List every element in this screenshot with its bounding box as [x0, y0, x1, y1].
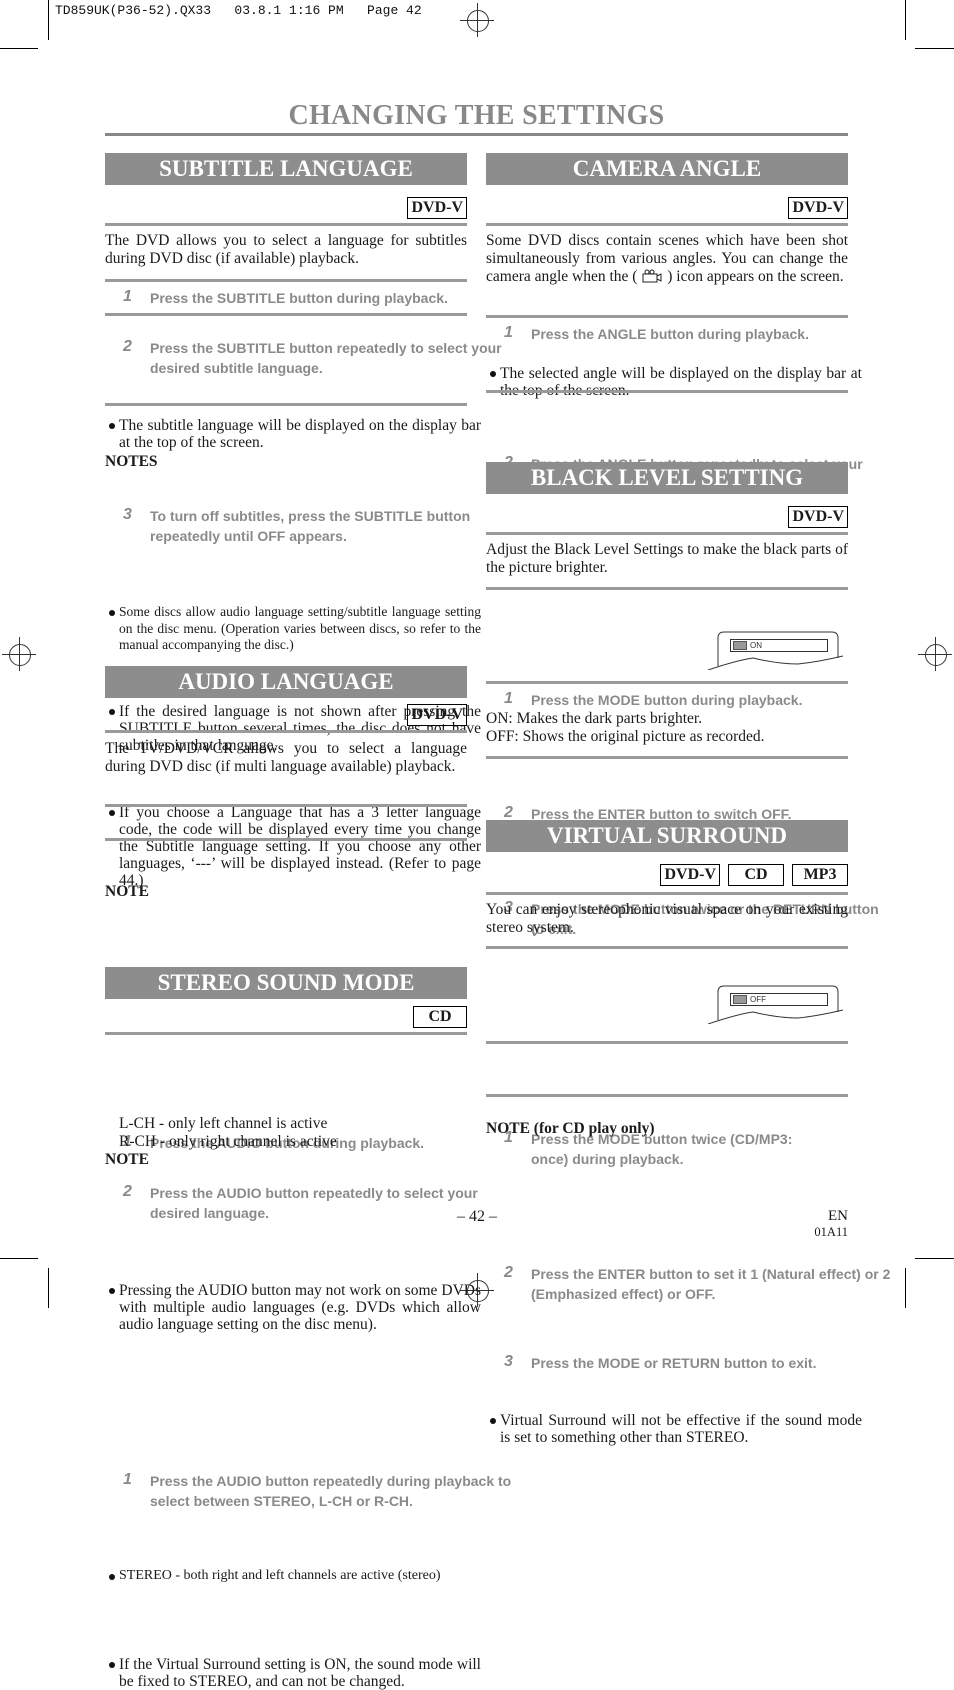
left-column: SUBTITLE LANGUAGE DVD-V The DVD allows y… [105, 0, 511, 1690]
channel-line: L-CH - only left channel is active [119, 1115, 328, 1132]
step-1: 1 Press the SUBTITLE button during playba… [123, 288, 448, 306]
crop-mark [915, 48, 954, 49]
note-heading: NOTE [105, 883, 149, 900]
step-2: 2 Press the SUBTITLE button repeatedly to… [123, 338, 502, 376]
crop-mark [915, 1258, 954, 1259]
page-number: – 42 – [457, 1208, 497, 1225]
divider [486, 390, 848, 393]
notes-heading: NOTES [105, 453, 158, 470]
right-column: CAMERA ANGLE DVD-V Some DVD discs contai… [486, 0, 890, 1446]
step-1: 1 Press the ANGLE button during playback. [504, 324, 809, 342]
badge-dvd-v: DVD-V [660, 864, 720, 886]
section-heading-stereo-sound-mode: STEREO SOUND MODE [105, 967, 467, 999]
section-heading-camera-angle: CAMERA ANGLE [486, 153, 848, 185]
osd-screen-illustration: OFF [708, 984, 843, 1024]
setting-description: OFF: Shows the original picture as recor… [486, 728, 765, 745]
divider [486, 946, 848, 949]
channel-line: R-CH - only right channel is active [119, 1133, 337, 1150]
intro-text: The TV/DVD/VCR allows you to select a la… [105, 740, 467, 775]
note-item: If the Virtual Surround setting is ON, t… [105, 1656, 481, 1690]
black-level-icon [733, 641, 747, 650]
section-heading-audio-language: AUDIO LANGUAGE [105, 666, 467, 698]
disc-badges: DVD-V [486, 197, 848, 219]
divider [486, 587, 848, 590]
note-item: Pressing the AUDIO button may not work o… [105, 1282, 481, 1333]
divider [486, 892, 848, 895]
virtual-surround-icon [733, 995, 747, 1004]
disc-badges: DVD-V CD MP3 [486, 864, 848, 886]
divider [486, 1094, 848, 1097]
divider [486, 223, 848, 226]
camera-angle-icon [641, 269, 663, 283]
divider [105, 804, 467, 807]
divider [486, 315, 848, 318]
step-1: 1 Press the AUDIO button repeatedly durin… [123, 1470, 512, 1509]
crop-mark [0, 1258, 38, 1259]
divider [105, 313, 467, 316]
badge-mp3: MP3 [792, 864, 848, 886]
divider [486, 1041, 848, 1044]
divider [105, 279, 467, 282]
osd-display-bar: ON [730, 639, 828, 652]
intro-text: You can enjoy stereophonic visual space … [486, 901, 848, 936]
note-item: Virtual Surround will not be effective i… [486, 1412, 862, 1446]
disc-badges: DVD-V [105, 704, 467, 726]
crop-mark [905, 0, 906, 40]
section-heading-subtitle-language: SUBTITLE LANGUAGE [105, 153, 467, 185]
osd-screen-illustration: ON [708, 630, 843, 670]
divider [486, 756, 848, 759]
crop-mark [48, 1268, 49, 1308]
bullet-note: The subtitle language will be displayed … [105, 417, 481, 451]
bullet-note: The selected angle will be displayed on … [486, 365, 862, 399]
note-heading: NOTE (for CD play only) [486, 1120, 655, 1137]
crop-mark [0, 48, 38, 49]
badge-dvd-v: DVD-V [788, 506, 848, 528]
intro-text: Adjust the Black Level Settings to make … [486, 541, 848, 576]
osd-display-bar: OFF [730, 993, 828, 1006]
badge-dvd-v: DVD-V [407, 704, 467, 726]
divider [105, 223, 467, 226]
badge-cd: CD [728, 864, 784, 886]
divider [105, 838, 467, 841]
divider [105, 1032, 467, 1035]
divider [105, 403, 467, 406]
crop-mark [905, 1268, 906, 1308]
step-2: 2 Press the ENTER button to set it 1 (Nat… [504, 1264, 891, 1302]
registration-mark-right [918, 637, 952, 671]
registration-mark-left [2, 637, 36, 671]
step-3: 3 To turn off subtitles, press the SUBTIT… [123, 506, 471, 544]
badge-dvd-v: DVD-V [788, 197, 848, 219]
disc-badges: DVD-V [486, 506, 848, 528]
note-item: Some discs allow audio language setting/… [105, 604, 481, 654]
divider [105, 730, 467, 733]
disc-badges: CD [105, 1006, 467, 1028]
divider [486, 681, 848, 684]
disc-badges: DVD-V [105, 197, 467, 219]
note-heading: NOTE [105, 1151, 149, 1168]
badge-dvd-v: DVD-V [407, 197, 467, 219]
divider [486, 532, 848, 535]
section-heading-black-level-setting: BLACK LEVEL SETTING [486, 462, 848, 494]
document-code: 01A11 [814, 1225, 848, 1239]
intro-text: Some DVD discs contain scenes which have… [486, 232, 848, 285]
crop-mark [48, 0, 49, 40]
section-heading-virtual-surround: VIRTUAL SURROUND [486, 820, 848, 852]
language-code: EN [828, 1208, 848, 1224]
step-1: 1 Press the MODE button during playback. [504, 690, 803, 708]
badge-cd: CD [413, 1006, 467, 1028]
bullet-note: STEREO - both right and left channels ar… [105, 1568, 481, 1585]
intro-text: The DVD allows you to select a language … [105, 232, 467, 267]
setting-description: ON: Makes the dark parts brighter. [486, 710, 703, 727]
note-item: If you choose a Language that has a 3 le… [105, 804, 481, 889]
step-3: 3 Press the MODE or RETURN button to exit… [504, 1353, 817, 1371]
